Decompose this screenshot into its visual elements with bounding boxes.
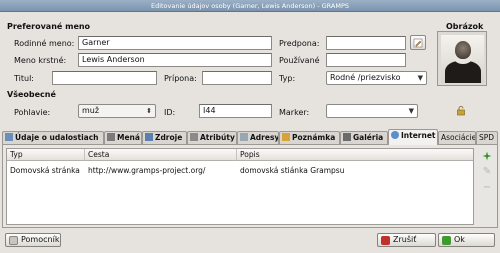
prefix-input[interactable] (326, 36, 406, 50)
gender-label: Pohlavie: (14, 108, 51, 117)
ok-icon (442, 236, 451, 245)
window-title: Editovanie údajov osoby (Garner, Lewis A… (0, 0, 500, 12)
addresses-icon (240, 133, 248, 141)
name-type-combo[interactable]: Rodné /priezvisko ▼ (326, 71, 427, 85)
tab-label: Galéria (353, 133, 384, 142)
id-input[interactable]: I44 (199, 104, 272, 118)
gender-combo[interactable]: muž ⬍ (78, 104, 156, 118)
prefix-label: Predpona: (279, 39, 320, 48)
tab-internet[interactable]: Internet (388, 129, 438, 145)
id-label: ID: (164, 108, 176, 117)
marker-label: Marker: (279, 108, 310, 117)
tab-events[interactable]: Údaje o udalostiach (2, 131, 104, 144)
remove-button[interactable]: − (480, 181, 494, 194)
column-header-description[interactable]: Popis (237, 149, 473, 161)
remove-icon: − (482, 182, 492, 193)
given-name-label: Meno krstné: (14, 56, 67, 65)
suffix-label: Prípona: (164, 74, 197, 83)
editor-tabs: Údaje o udalostiach Mená Zdroje Atribúty… (2, 129, 498, 145)
column-header-type[interactable]: Typ (7, 149, 85, 161)
help-icon (9, 236, 18, 245)
table-row-path[interactable]: http://www.gramps-project.org/ (85, 165, 205, 176)
given-name-input[interactable]: Lewis Anderson (78, 53, 272, 67)
events-icon (5, 133, 13, 141)
pencil-icon (413, 38, 423, 47)
sources-icon (145, 133, 153, 141)
table-row-description[interactable]: domovská stiánka Grampsu (237, 165, 344, 176)
section-preferred-name: Preferované meno (7, 22, 91, 31)
add-button[interactable] (480, 149, 494, 162)
cancel-icon (381, 236, 390, 245)
tab-addresses[interactable]: Adresy (237, 131, 279, 144)
column-header-path[interactable]: Cesta (85, 149, 237, 161)
edit-icon: ✎ (482, 166, 492, 177)
tab-label: Poznámka (292, 133, 336, 142)
tab-gallery[interactable]: Galéria (340, 131, 388, 144)
help-label: Pomocník (21, 235, 60, 244)
tab-attributes[interactable]: Atribúty (187, 131, 237, 144)
ok-button[interactable]: Ok (438, 233, 495, 247)
ok-label: Ok (454, 235, 465, 244)
tab-lds[interactable]: SPD (476, 131, 498, 144)
tab-label: Údaje o udalostiach (15, 133, 99, 142)
tab-names[interactable]: Mená (104, 131, 142, 144)
gallery-icon (343, 133, 351, 141)
call-name-label: Používané (279, 56, 320, 65)
cancel-button[interactable]: Zrušiť (377, 233, 436, 247)
tab-note[interactable]: Poznámka (279, 131, 340, 144)
help-button[interactable]: Pomocník (5, 233, 61, 247)
tab-label: Zdroje (155, 133, 183, 142)
internet-icon (391, 131, 399, 139)
suffix-input[interactable] (202, 71, 272, 85)
call-name-input[interactable] (326, 53, 406, 67)
chevron-down-icon: ▼ (417, 74, 423, 82)
person-photo[interactable] (437, 31, 487, 86)
tab-label: Mená (117, 133, 140, 142)
surname-input[interactable]: Garner (78, 36, 272, 50)
tab-sources[interactable]: Zdroje (142, 131, 187, 144)
section-general: Všeobecné (7, 90, 56, 99)
cancel-label: Zrušiť (393, 235, 417, 244)
portrait-image (441, 35, 484, 83)
type-label: Typ: (279, 74, 296, 83)
edit-name-button[interactable] (410, 35, 426, 50)
chevron-down-icon: ▼ (408, 107, 414, 115)
internet-list[interactable]: Typ Cesta Popis Domovská stránka http://… (6, 148, 474, 225)
tab-label: SPD (479, 133, 495, 142)
add-icon (482, 151, 492, 160)
tab-label: Asociácie (441, 133, 476, 142)
title-label: Titul: (14, 74, 34, 83)
tab-label: Adresy (250, 133, 279, 142)
gender-value: muž (82, 106, 100, 115)
privacy-lock-icon[interactable] (456, 106, 466, 118)
note-icon (282, 133, 290, 141)
tab-associations[interactable]: Asociácie (438, 131, 476, 144)
surname-label: Rodinné meno: (14, 39, 75, 48)
names-icon (107, 133, 115, 141)
attributes-icon (190, 133, 198, 141)
tab-label: Internet (401, 131, 436, 140)
edit-button[interactable]: ✎ (480, 165, 494, 178)
tab-label: Atribúty (200, 133, 235, 142)
name-type-value: Rodné /priezvisko (330, 73, 401, 82)
marker-combo[interactable]: ▼ (326, 104, 418, 118)
title-input[interactable] (52, 71, 157, 85)
internet-tab-panel: Typ Cesta Popis Domovská stránka http://… (2, 144, 498, 228)
table-row-type[interactable]: Domovská stránka (7, 165, 80, 176)
updown-arrow-icon: ⬍ (146, 107, 152, 115)
